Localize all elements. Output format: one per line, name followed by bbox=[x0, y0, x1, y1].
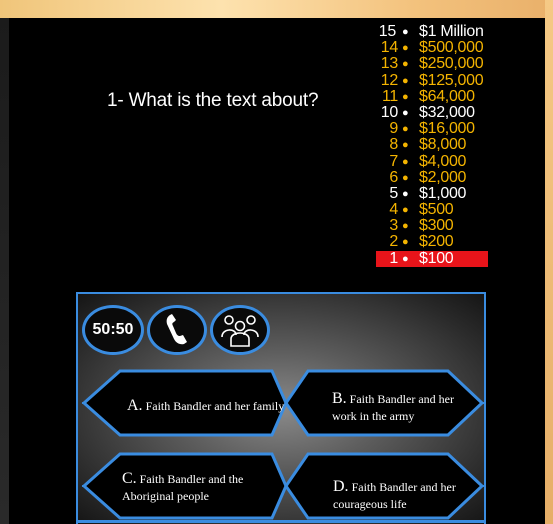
ladder-level-number: 10 bbox=[380, 103, 399, 121]
ladder-level-14: 14 ● $500,000 bbox=[376, 39, 488, 57]
ladder-amount: $4,000 bbox=[419, 152, 467, 170]
answer-d-text-line2: courageous life bbox=[333, 497, 407, 511]
ladder-bullet-icon: ● bbox=[402, 139, 409, 152]
ladder-level-number: 14 bbox=[380, 39, 399, 57]
answer-b-text-line2: work in the army bbox=[332, 409, 415, 423]
ladder-level-2: 2 ● $200 bbox=[376, 234, 488, 250]
answer-d-text-line1: Faith Bandler and her bbox=[351, 480, 456, 494]
ask-the-audience-lifeline[interactable] bbox=[210, 305, 270, 355]
ladder-level-13: 13 ● $250,000 bbox=[376, 56, 488, 72]
ladder-level-10: 10 ● $32,000 bbox=[376, 103, 488, 121]
answer-b-button[interactable]: B. Faith Bandler and her work in the arm… bbox=[332, 390, 454, 425]
ladder-amount: $500,000 bbox=[419, 39, 484, 57]
ladder-amount: $200 bbox=[419, 233, 454, 251]
ladder-bullet-icon: ● bbox=[402, 220, 409, 233]
ladder-amount: $8,000 bbox=[419, 136, 467, 154]
ladder-bullet-icon: ● bbox=[402, 187, 409, 200]
ladder-level-number: 6 bbox=[389, 168, 398, 186]
fifty-fifty-label: 50:50 bbox=[92, 321, 134, 338]
answer-c-text-line2: Aboriginal people bbox=[122, 489, 209, 503]
answer-a-button[interactable]: A. Faith Bandler and her family bbox=[127, 397, 284, 415]
ladder-level-1: 1 ● $100 bbox=[376, 249, 488, 267]
ladder-bullet-icon: ● bbox=[402, 42, 409, 55]
ladder-amount: $300 bbox=[419, 217, 454, 235]
ladder-level-4: 4 ● $500 bbox=[376, 201, 488, 219]
ladder-amount: $125,000 bbox=[419, 71, 484, 89]
answer-c-letter: C. bbox=[122, 470, 137, 487]
ladder-bullet-icon: ● bbox=[402, 204, 409, 217]
answer-b-text-line1: Faith Bandler and her bbox=[349, 392, 454, 406]
ladder-level-number: 4 bbox=[389, 201, 398, 219]
ladder-level-12: 12 ● $125,000 bbox=[376, 71, 488, 89]
top-frame bbox=[0, 0, 553, 18]
ladder-level-number: 1 bbox=[389, 249, 398, 267]
ladder-bullet-icon: ● bbox=[402, 123, 409, 136]
ladder-level-15: 15 ● $1 Million bbox=[376, 23, 488, 40]
answer-d-letter: D. bbox=[333, 478, 349, 495]
right-frame bbox=[545, 0, 553, 524]
ladder-bullet-icon: ● bbox=[402, 155, 409, 168]
ladder-amount: $16,000 bbox=[419, 120, 475, 138]
ladder-level-3: 3 ● $300 bbox=[376, 218, 488, 234]
phone-a-friend-lifeline[interactable] bbox=[147, 305, 207, 355]
ladder-level-number: 7 bbox=[389, 152, 398, 170]
money-ladder: 15 ● $1 Million 14 ● $500,000 13 ● $250,000 12 ● $1… bbox=[376, 23, 488, 267]
ladder-level-number: 15 bbox=[378, 23, 397, 40]
answer-a-text: Faith Bandler and her family bbox=[145, 399, 285, 413]
ladder-amount: $500 bbox=[419, 201, 454, 219]
ladder-level-8: 8 ● $8,000 bbox=[376, 137, 488, 153]
answer-a-letter: A. bbox=[127, 397, 143, 414]
ladder-level-5: 5 ● $1,000 bbox=[376, 184, 488, 202]
answer-c-button[interactable]: C. Faith Bandler and the Aboriginal peop… bbox=[122, 470, 243, 505]
ladder-level-number: 11 bbox=[381, 87, 398, 105]
ladder-bullet-icon: ● bbox=[402, 58, 409, 71]
left-bar bbox=[0, 18, 9, 524]
ladder-bullet-icon: ● bbox=[402, 26, 409, 38]
ladder-level-6: 6 ● $2,000 bbox=[376, 168, 488, 186]
answer-c-text-line1: Faith Bandler and the bbox=[139, 472, 244, 486]
ladder-bullet-icon: ● bbox=[402, 252, 409, 265]
ladder-level-number: 2 bbox=[389, 233, 398, 251]
ladder-amount: $250,000 bbox=[419, 55, 484, 73]
ladder-bullet-icon: ● bbox=[402, 74, 409, 87]
fifty-fifty-lifeline[interactable]: 50:50 bbox=[82, 305, 144, 355]
ladder-level-9: 9 ● $16,000 bbox=[376, 120, 488, 138]
answer-d-button[interactable]: D. Faith Bandler and her courageous life bbox=[333, 478, 456, 513]
ladder-bullet-icon: ● bbox=[402, 171, 409, 184]
ladder-amount: $64,000 bbox=[419, 87, 475, 105]
ladder-level-number: 12 bbox=[380, 71, 399, 89]
ladder-amount: $100 bbox=[419, 249, 454, 267]
ladder-level-number: 3 bbox=[389, 217, 398, 235]
ladder-level-number: 8 bbox=[389, 136, 398, 154]
ladder-bullet-icon: ● bbox=[402, 90, 409, 103]
ladder-level-number: 13 bbox=[380, 55, 399, 73]
ladder-amount: $32,000 bbox=[419, 103, 475, 121]
ladder-level-7: 7 ● $4,000 bbox=[376, 152, 488, 170]
question-text: 1- What is the text about? bbox=[107, 90, 319, 111]
ladder-amount: $1,000 bbox=[419, 184, 467, 202]
ladder-bullet-icon: ● bbox=[402, 236, 409, 249]
ladder-level-number: 5 bbox=[389, 184, 398, 202]
phone-icon bbox=[166, 314, 187, 345]
answer-b-letter: B. bbox=[332, 390, 347, 407]
ladder-level-11: 11 ● $64,000 bbox=[376, 87, 488, 105]
ladder-amount: $1 Million bbox=[419, 23, 484, 40]
ladder-level-number: 9 bbox=[389, 120, 398, 138]
ask-audience-icon bbox=[221, 315, 259, 347]
ladder-amount: $2,000 bbox=[419, 168, 467, 186]
ladder-bullet-icon: ● bbox=[402, 106, 409, 119]
